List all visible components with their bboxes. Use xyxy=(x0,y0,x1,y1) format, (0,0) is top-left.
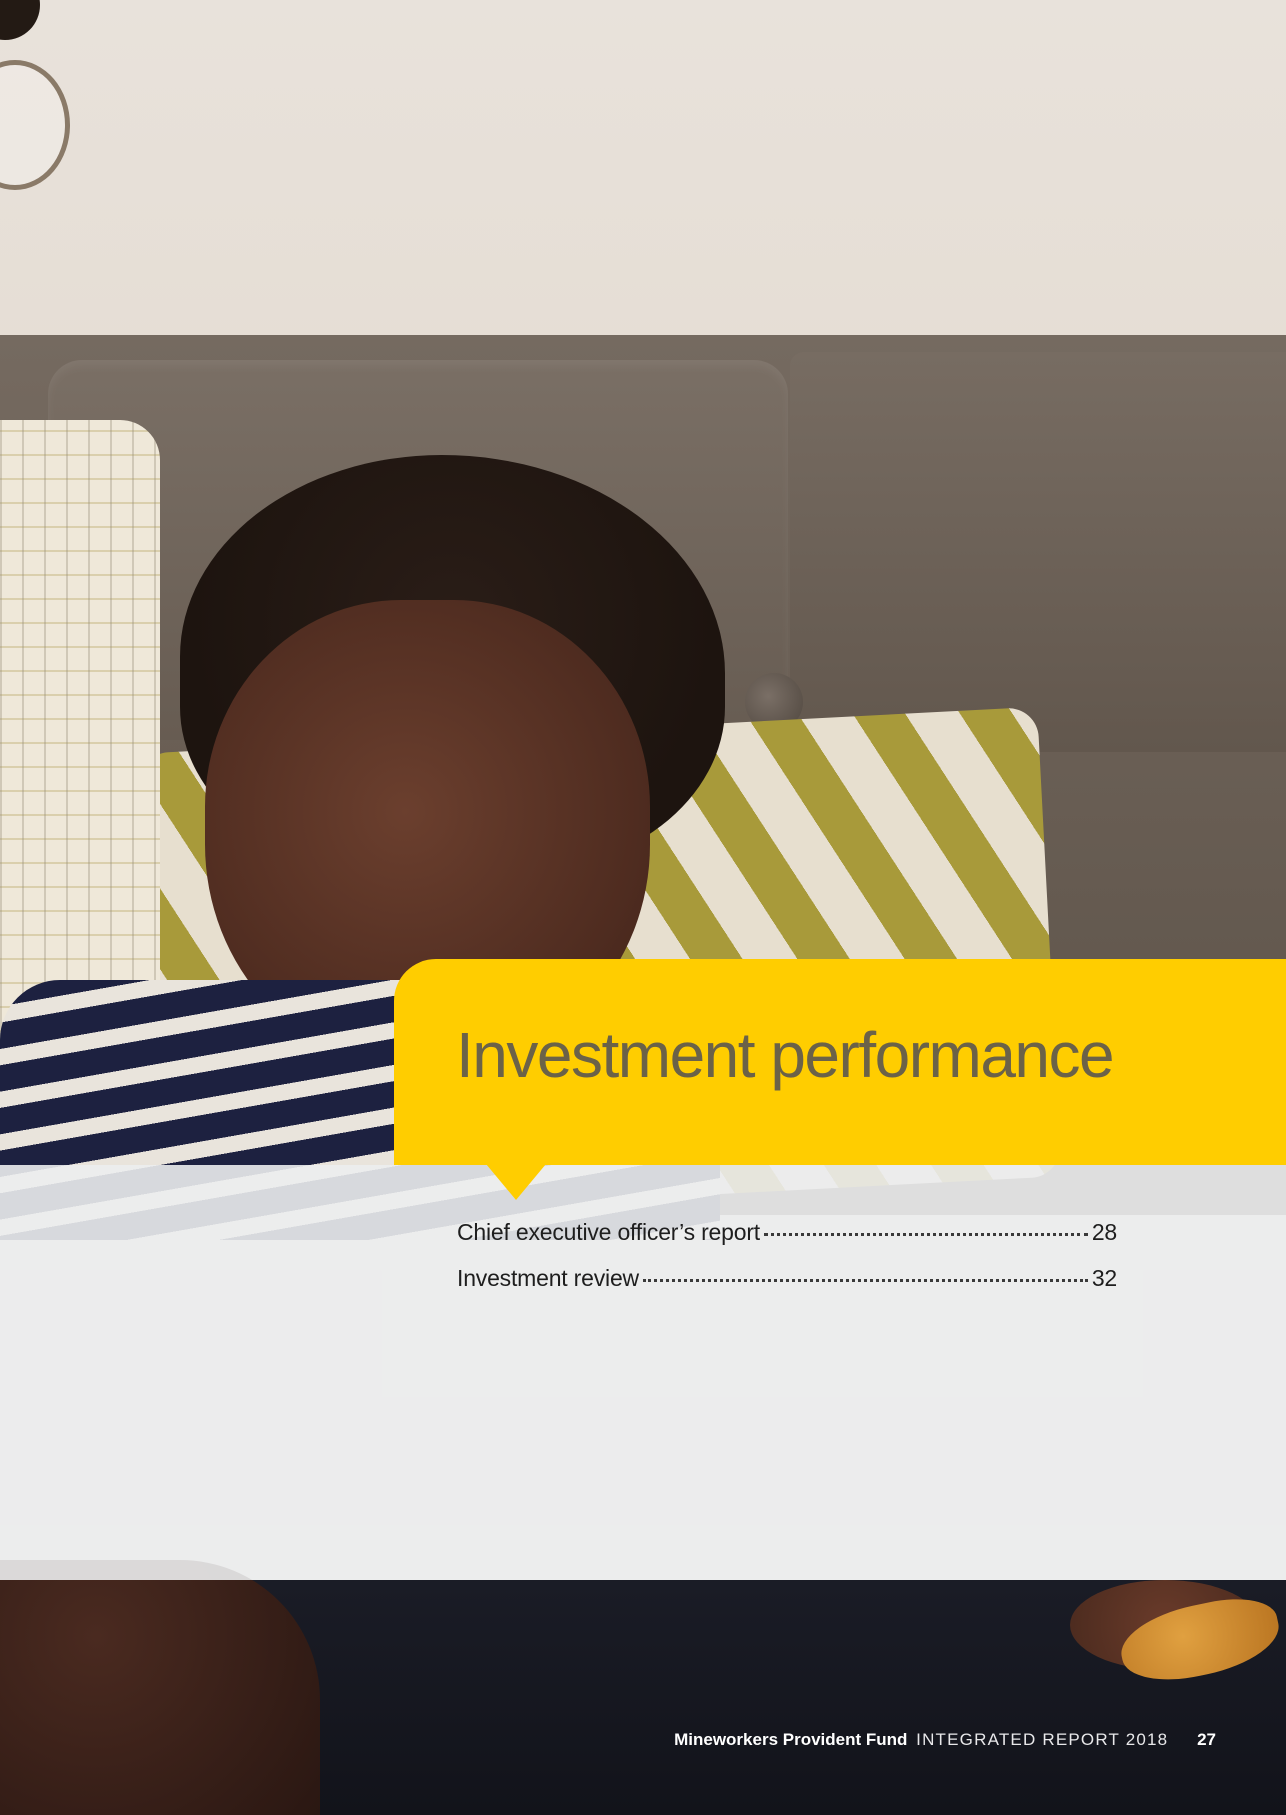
toc-item: Chief executive officer’s report 28 xyxy=(457,1219,1117,1265)
report-page: Investment performance Chief executive o… xyxy=(0,0,1286,1815)
footer-page-number: 27 xyxy=(1197,1730,1216,1749)
toc-entry-label: Chief executive officer’s report xyxy=(457,1219,760,1245)
photo-adult-hand xyxy=(0,1560,320,1815)
toc-entry-page: 28 xyxy=(1091,1219,1117,1245)
photo-sofa-cushion-right xyxy=(790,352,1286,752)
toc-link-investment-review[interactable]: Investment review 32 xyxy=(457,1265,1117,1311)
toc-item: Investment review 32 xyxy=(457,1265,1117,1311)
toc-entry-page: 32 xyxy=(1091,1265,1117,1291)
section-title: Investment performance xyxy=(456,1019,1115,1091)
photo-wall xyxy=(0,0,1286,345)
table-of-contents: Chief executive officer’s report 28 Inve… xyxy=(457,1219,1117,1311)
page-footer: Mineworkers Provident Fund INTEGRATED RE… xyxy=(674,1730,1216,1750)
section-title-pointer xyxy=(486,1164,546,1200)
toc-dot-leader xyxy=(642,1279,1088,1282)
footer-report-name: INTEGRATED REPORT 2018 xyxy=(916,1730,1169,1749)
toc-entry-label: Investment review xyxy=(457,1265,639,1291)
footer-fund-name: Mineworkers Provident Fund xyxy=(674,1730,908,1749)
toc-link-ceo-report[interactable]: Chief executive officer’s report 28 xyxy=(457,1219,1117,1265)
toc-dot-leader xyxy=(763,1233,1088,1236)
